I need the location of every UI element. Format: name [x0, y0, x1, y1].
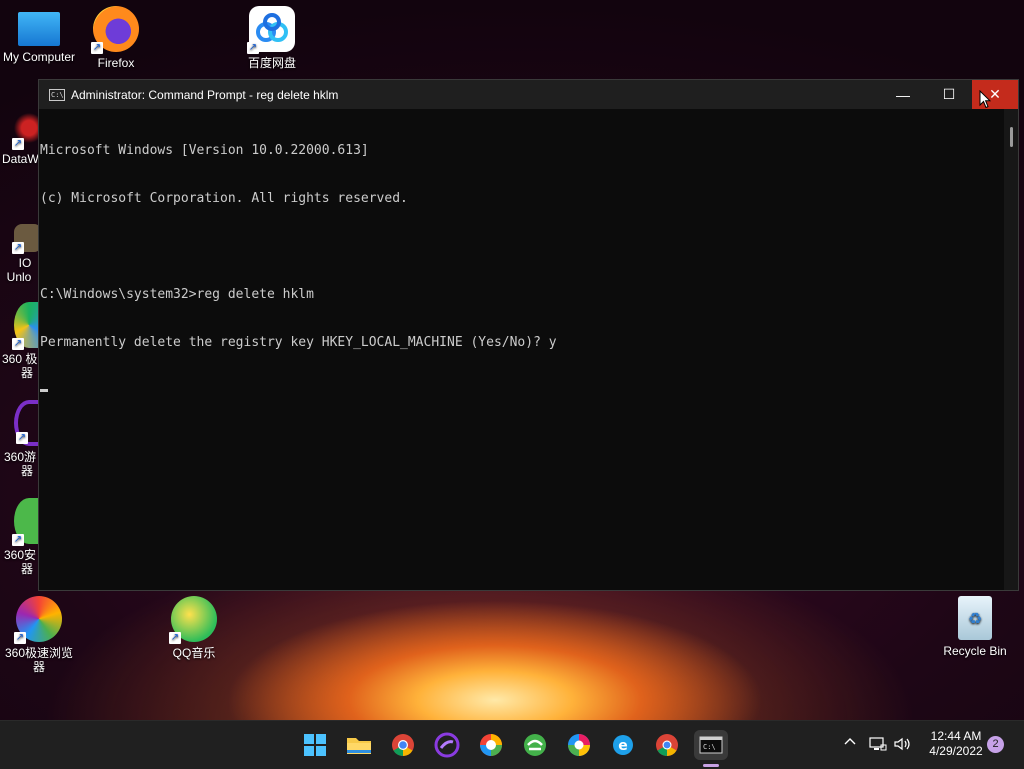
shortcut-arrow-icon: ↗ — [12, 534, 24, 546]
shortcut-arrow-icon: ↗ — [91, 42, 103, 54]
network-icon[interactable] — [869, 736, 887, 757]
recycle-bin-icon: ♻ — [958, 596, 992, 640]
desktop-icon-label: My Computer — [2, 50, 76, 64]
desktop-icon-label: 360安 — [4, 548, 37, 562]
taskbar: e C:\ 12:44 AM 4/29/2022 — [0, 720, 1024, 769]
cmd-icon: C:\ — [49, 88, 65, 101]
shortcut-arrow-icon: ↗ — [16, 432, 28, 444]
baidu-netdisk-icon: ↗ — [247, 6, 295, 54]
volume-icon[interactable] — [893, 736, 911, 757]
svg-text:e: e — [618, 738, 628, 754]
window-titlebar[interactable]: C:\ Administrator: Command Prompt - reg … — [39, 80, 1018, 109]
tray-chevron-icon[interactable] — [843, 735, 857, 752]
active-app-indicator — [703, 764, 719, 767]
start-icon[interactable] — [300, 730, 330, 760]
scrollbar-thumb[interactable] — [1010, 127, 1013, 147]
dataw-icon: ↗ — [12, 108, 40, 150]
vertical-scrollbar[interactable] — [1004, 109, 1018, 590]
desktop-icon-360-safe[interactable]: ↗ 360安 器 — [0, 498, 40, 576]
360-speed-browser-icon: ↗ — [14, 596, 62, 644]
desktop-icon-firefox[interactable]: ↗ Firefox — [78, 6, 154, 70]
desktop-icon-label: QQ音乐 — [172, 646, 216, 660]
desktop-icon-label: 器 — [20, 366, 33, 380]
desktop-icon-label: 360 极 — [2, 352, 38, 366]
monitor-icon — [18, 12, 60, 46]
desktop-icon-label: DataW — [2, 152, 39, 166]
text-cursor — [40, 389, 48, 392]
minimize-button[interactable]: — — [880, 80, 926, 109]
clock-date: 4/29/2022 — [929, 744, 983, 758]
desktop-icon-label: Firefox — [97, 56, 135, 70]
desktop-icon-baidu-netdisk[interactable]: ↗ 百度网盘 — [234, 6, 310, 70]
console-line: C:\Windows\system32>reg delete hklm — [40, 287, 314, 302]
desktop-icon-label: 百度网盘 — [247, 56, 296, 70]
desktop-icon-360-game[interactable]: ↗ 360游 器 — [0, 400, 40, 478]
ie-icon[interactable]: e — [608, 730, 638, 760]
terminal-icon[interactable]: C:\ — [694, 730, 728, 760]
console-output[interactable]: Microsoft Windows [Version 10.0.22000.61… — [39, 109, 1004, 590]
window-title: Administrator: Command Prompt - reg dele… — [71, 87, 339, 102]
clock-time: 12:44 AM — [930, 729, 982, 743]
360-game-icon: ↗ — [14, 400, 40, 446]
360-game-icon[interactable] — [432, 730, 462, 760]
desktop-icon-label: 360游 — [4, 450, 37, 464]
desktop-icon-label: 器 — [20, 464, 33, 478]
notification-badge[interactable]: 2 — [987, 736, 1004, 753]
desktop-icon-recycle-bin[interactable]: ♻ Recycle Bin — [937, 596, 1013, 658]
qq-music-icon: ↗ — [169, 596, 217, 644]
console-line: Microsoft Windows [Version 10.0.22000.61… — [40, 143, 369, 158]
360-browser-icon: ↗ — [12, 302, 40, 350]
chrome-2-icon[interactable] — [652, 730, 682, 760]
command-prompt-window[interactable]: C:\ Administrator: Command Prompt - reg … — [38, 79, 1019, 591]
shortcut-arrow-icon: ↗ — [12, 242, 24, 254]
360-speed-browser-icon[interactable] — [564, 730, 594, 760]
shortcut-arrow-icon: ↗ — [12, 338, 24, 350]
360-browser-icon[interactable] — [476, 730, 506, 760]
shortcut-arrow-icon: ↗ — [169, 632, 181, 644]
file-explorer-icon[interactable] — [344, 730, 374, 760]
desktop-icon-label: 360极速浏览 — [4, 646, 74, 660]
firefox-icon: ↗ — [91, 6, 139, 54]
desktop-icon-qq-music[interactable]: ↗ QQ音乐 — [156, 596, 232, 660]
desktop-icon-my-computer[interactable]: My Computer — [1, 8, 77, 64]
desktop-icon-360-browser[interactable]: ↗ 360 极 器 — [0, 302, 40, 380]
io-unlocker-icon: ↗ — [12, 224, 40, 254]
mouse-pointer-icon — [979, 90, 991, 109]
shortcut-arrow-icon: ↗ — [12, 138, 24, 150]
clock[interactable]: 12:44 AM 4/29/2022 — [924, 729, 988, 759]
desktop-icon-label: Unlo — [6, 270, 32, 284]
maximize-button[interactable]: ☐ — [926, 80, 972, 109]
360-safe-icon: ↗ — [12, 498, 40, 546]
desktop-icon-io-unlocker[interactable]: ↗ IO Unlo — [0, 224, 40, 284]
chrome-icon[interactable] — [388, 730, 418, 760]
desktop-icon-label: IO — [18, 256, 32, 270]
desktop-icon-dataw[interactable]: ↗ DataW — [0, 108, 40, 166]
360-safe-icon[interactable] — [520, 730, 550, 760]
shortcut-arrow-icon: ↗ — [247, 42, 259, 54]
svg-text:C:\: C:\ — [703, 743, 716, 751]
desktop-icon-360-speed-browser[interactable]: ↗ 360极速浏览 器 — [1, 596, 77, 674]
svg-text:♻: ♻ — [968, 609, 982, 628]
shortcut-arrow-icon: ↗ — [14, 632, 26, 644]
desktop-icon-label: 器 — [32, 660, 45, 674]
desktop-icon-label: Recycle Bin — [943, 644, 1007, 658]
console-line: Permanently delete the registry key HKEY… — [40, 335, 557, 350]
console-line: (c) Microsoft Corporation. All rights re… — [40, 191, 408, 206]
desktop-icon-label: 器 — [20, 562, 33, 576]
